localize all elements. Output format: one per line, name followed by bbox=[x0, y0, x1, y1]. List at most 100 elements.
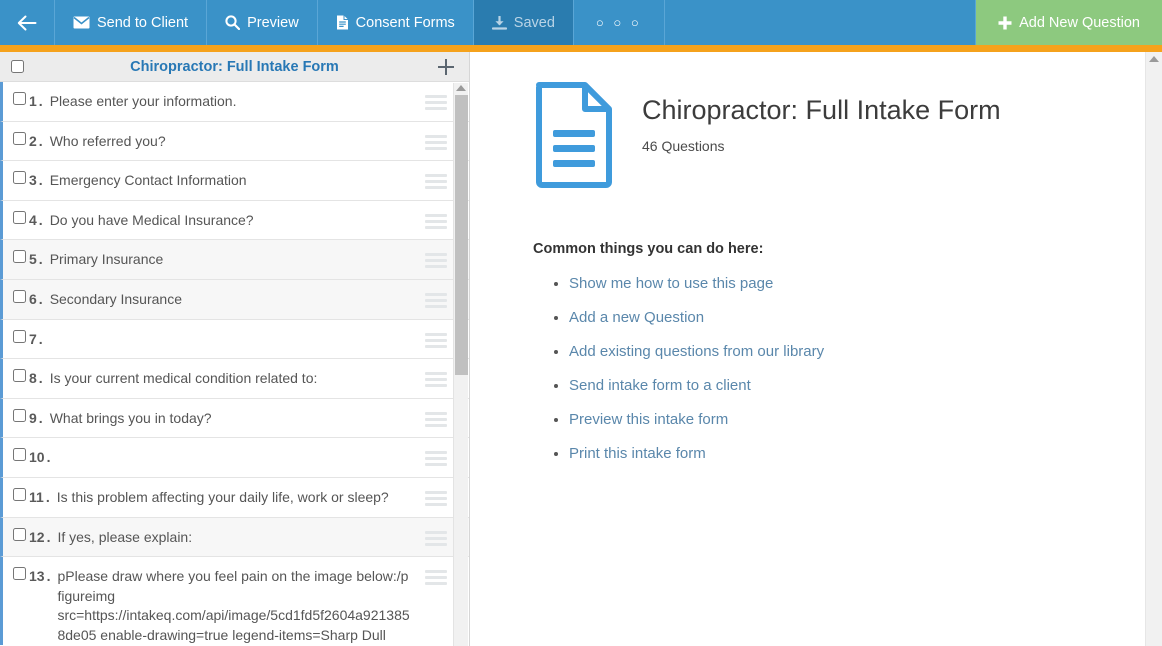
body-area: Chiropractor: Full Intake Form 1.Please … bbox=[0, 52, 1162, 646]
question-row[interactable]: 4. Do you have Medical Insurance? bbox=[0, 201, 469, 241]
question-number-dot: . bbox=[39, 290, 43, 309]
common-action-link[interactable]: Show me how to use this page bbox=[569, 275, 773, 292]
common-action-link[interactable]: Send intake form to a client bbox=[569, 377, 751, 394]
common-action-link[interactable]: Print this intake form bbox=[569, 445, 706, 462]
envelope-icon bbox=[73, 16, 90, 29]
question-checkbox[interactable] bbox=[13, 528, 26, 541]
more-options-button[interactable]: ○ ○ ○ bbox=[574, 0, 665, 45]
send-to-client-button[interactable]: Send to Client bbox=[55, 0, 207, 45]
question-number-dot: . bbox=[39, 132, 43, 151]
question-checkbox[interactable] bbox=[13, 409, 26, 422]
drag-handle-icon[interactable] bbox=[425, 491, 447, 506]
scroll-up-arrow-icon[interactable] bbox=[1149, 56, 1159, 62]
common-action-item: Preview this intake form bbox=[569, 411, 1145, 429]
question-number-dot: . bbox=[39, 171, 43, 190]
consent-forms-button[interactable]: Consent Forms bbox=[318, 0, 474, 45]
question-text: Do you have Medical Insurance? bbox=[50, 211, 425, 231]
question-row[interactable]: 7. bbox=[0, 320, 469, 360]
question-number: 7 bbox=[29, 330, 37, 349]
magnifier-icon bbox=[225, 15, 240, 30]
question-row[interactable]: 10. bbox=[0, 438, 469, 478]
saved-button[interactable]: Saved bbox=[474, 0, 574, 45]
back-button[interactable] bbox=[0, 0, 55, 45]
drag-handle-icon[interactable] bbox=[425, 174, 447, 189]
common-actions-heading: Common things you can do here: bbox=[533, 241, 1145, 257]
common-action-item: Add a new Question bbox=[569, 309, 1145, 327]
drag-handle-icon[interactable] bbox=[425, 531, 447, 546]
common-action-link[interactable]: Add existing questions from our library bbox=[569, 343, 824, 360]
question-row[interactable]: 11.Is this problem affecting your daily … bbox=[0, 478, 469, 518]
question-row[interactable]: 8.Is your current medical condition rela… bbox=[0, 359, 469, 399]
question-number-dot: . bbox=[39, 92, 43, 111]
add-question-icon[interactable] bbox=[437, 58, 455, 76]
drag-handle-icon[interactable] bbox=[425, 570, 447, 585]
drag-handle-icon[interactable] bbox=[425, 293, 447, 308]
question-row[interactable]: 6. Secondary Insurance bbox=[0, 280, 469, 320]
question-number: 13 bbox=[29, 567, 45, 586]
ellipsis-icon: ○ ○ ○ bbox=[596, 15, 642, 30]
top-toolbar: Send to Client Preview Consent Forms Sav… bbox=[0, 0, 1162, 45]
sidebar-title: Chiropractor: Full Intake Form bbox=[0, 59, 469, 75]
question-number: 2 bbox=[29, 132, 37, 151]
question-row[interactable]: 5.Primary Insurance bbox=[0, 240, 469, 280]
drag-handle-icon[interactable] bbox=[425, 95, 447, 110]
question-sidebar: Chiropractor: Full Intake Form 1.Please … bbox=[0, 52, 470, 646]
question-checkbox[interactable] bbox=[13, 369, 26, 382]
question-row[interactable]: 2. Who referred you? bbox=[0, 122, 469, 162]
question-number: 6 bbox=[29, 290, 37, 309]
preview-label: Preview bbox=[247, 15, 299, 31]
sidebar-scrollbar-thumb[interactable] bbox=[455, 95, 468, 375]
sidebar-scrollbar[interactable] bbox=[453, 83, 468, 646]
drag-handle-icon[interactable] bbox=[425, 135, 447, 150]
question-checkbox[interactable] bbox=[13, 290, 26, 303]
question-checkbox[interactable] bbox=[13, 330, 26, 343]
question-checkbox[interactable] bbox=[13, 171, 26, 184]
preview-button[interactable]: Preview bbox=[207, 0, 318, 45]
drag-handle-icon[interactable] bbox=[425, 333, 447, 348]
question-row[interactable]: 13. pPlease draw where you feel pain on t… bbox=[0, 557, 469, 645]
question-checkbox[interactable] bbox=[13, 92, 26, 105]
question-checkbox[interactable] bbox=[13, 211, 26, 224]
question-row[interactable]: 9.What brings you in today? bbox=[0, 399, 469, 439]
add-new-question-label: Add New Question bbox=[1019, 15, 1140, 31]
page-title: Chiropractor: Full Intake Form bbox=[642, 94, 1001, 126]
common-action-item: Print this intake form bbox=[569, 445, 1145, 463]
question-number-dot: . bbox=[39, 211, 43, 230]
question-checkbox[interactable] bbox=[13, 250, 26, 263]
document-icon bbox=[336, 15, 349, 30]
question-checkbox[interactable] bbox=[13, 567, 26, 580]
saved-label: Saved bbox=[514, 15, 555, 31]
question-row[interactable]: 1.Please enter your information. bbox=[0, 82, 469, 122]
question-number-dot: . bbox=[46, 488, 50, 507]
question-text: Is this problem affecting your daily lif… bbox=[57, 488, 425, 508]
question-text: Please enter your information. bbox=[50, 92, 425, 112]
common-action-link[interactable]: Add a new Question bbox=[569, 309, 704, 326]
question-count: 46 Questions bbox=[642, 138, 1001, 154]
common-action-item: Show me how to use this page bbox=[569, 275, 1145, 293]
question-text: If yes, please explain: bbox=[57, 528, 425, 548]
drag-handle-icon[interactable] bbox=[425, 412, 447, 427]
select-all-checkbox[interactable] bbox=[11, 60, 24, 73]
question-text: Secondary Insurance bbox=[50, 290, 425, 310]
question-text: pPlease draw where you feel pain on the … bbox=[57, 567, 425, 645]
question-row[interactable]: 3.Emergency Contact Information bbox=[0, 161, 469, 201]
question-number: 3 bbox=[29, 171, 37, 190]
drag-handle-icon[interactable] bbox=[425, 253, 447, 268]
common-action-link[interactable]: Preview this intake form bbox=[569, 411, 728, 428]
question-number: 4 bbox=[29, 211, 37, 230]
question-text: Who referred you? bbox=[50, 132, 425, 152]
page-scrollbar[interactable] bbox=[1145, 52, 1162, 646]
question-row[interactable]: 12.If yes, please explain: bbox=[0, 518, 469, 558]
question-number: 5 bbox=[29, 250, 37, 269]
question-checkbox[interactable] bbox=[13, 448, 26, 461]
question-checkbox[interactable] bbox=[13, 132, 26, 145]
question-number-dot: . bbox=[47, 567, 51, 586]
drag-handle-icon[interactable] bbox=[425, 451, 447, 466]
question-text: What brings you in today? bbox=[50, 409, 425, 429]
add-new-question-button[interactable]: Add New Question bbox=[976, 0, 1162, 45]
drag-handle-icon[interactable] bbox=[425, 214, 447, 229]
scroll-up-arrow-icon[interactable] bbox=[456, 85, 466, 91]
question-checkbox[interactable] bbox=[13, 488, 26, 501]
question-number-dot: . bbox=[47, 528, 51, 547]
drag-handle-icon[interactable] bbox=[425, 372, 447, 387]
